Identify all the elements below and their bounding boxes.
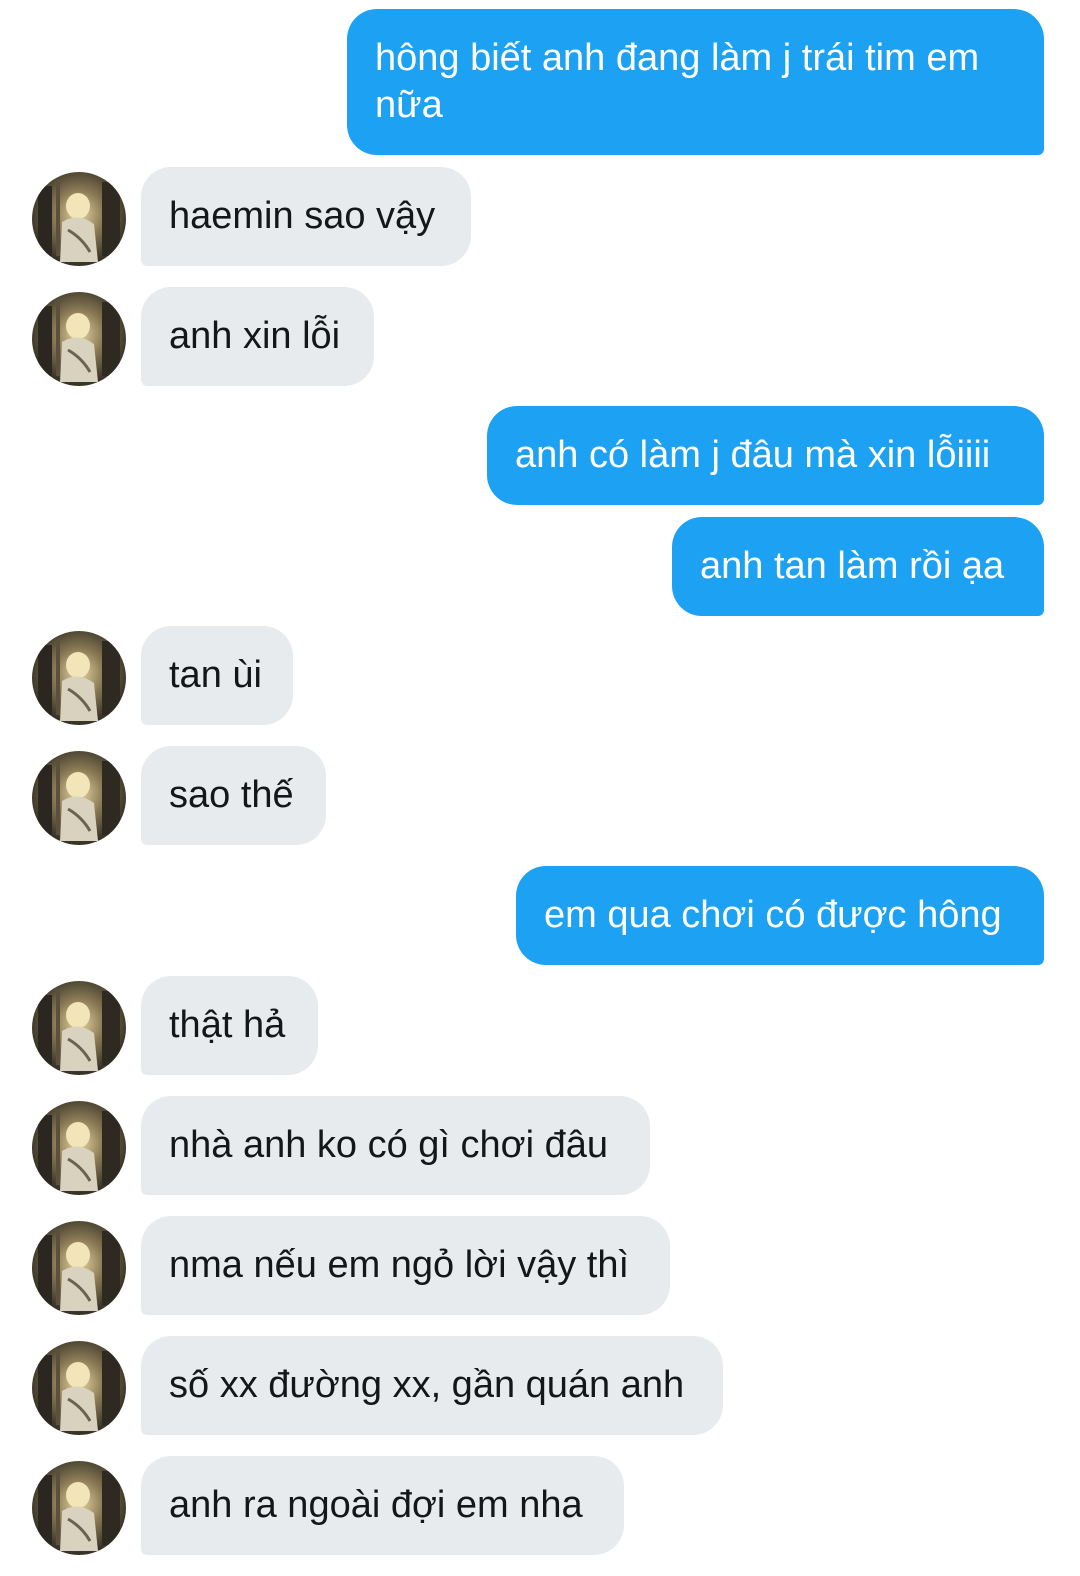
- received-message-bubble[interactable]: haemin sao vậy: [141, 167, 471, 266]
- contact-avatar-icon[interactable]: [32, 292, 126, 386]
- message-text: haemin sao vậy: [169, 195, 436, 237]
- received-message-bubble[interactable]: số xx đường xx, gần quán anh: [141, 1336, 723, 1435]
- message-text: anh xin lỗi: [169, 315, 341, 357]
- received-message-bubble[interactable]: nhà anh ko có gì chơi đâu: [141, 1096, 650, 1195]
- contact-avatar-icon[interactable]: [32, 751, 126, 845]
- message-text: em qua chơi có được hông: [544, 894, 1002, 936]
- contact-avatar-icon[interactable]: [32, 1341, 126, 1435]
- message-text: nhà anh ko có gì chơi đâu: [169, 1124, 609, 1166]
- message-text: hông biết anh đang làm j trái tim em nữa: [375, 37, 980, 126]
- sent-message-bubble[interactable]: anh tan làm rồi ạa: [672, 517, 1044, 616]
- message-thread: hông biết anh đang làm j trái tim em nữa…: [0, 0, 1080, 1576]
- sent-message-bubble[interactable]: hông biết anh đang làm j trái tim em nữa: [347, 9, 1044, 155]
- received-message-bubble[interactable]: sao thế: [141, 746, 326, 845]
- received-message-bubble[interactable]: anh ra ngoài đợi em nha: [141, 1456, 624, 1555]
- message-text: nma nếu em ngỏ lời vậy thì: [169, 1244, 630, 1286]
- contact-avatar-icon[interactable]: [32, 981, 126, 1075]
- sent-message-bubble[interactable]: anh có làm j đâu mà xin lỗiiii: [487, 406, 1044, 505]
- contact-avatar-icon[interactable]: [32, 1461, 126, 1555]
- message-text: anh có làm j đâu mà xin lỗiiii: [515, 434, 991, 476]
- received-message-bubble[interactable]: anh xin lỗi: [141, 287, 374, 386]
- received-message-bubble[interactable]: thật hả: [141, 976, 318, 1075]
- message-text: anh tan làm rồi ạa: [700, 545, 1005, 587]
- contact-avatar-icon[interactable]: [32, 1221, 126, 1315]
- contact-avatar-icon[interactable]: [32, 631, 126, 725]
- contact-avatar-icon[interactable]: [32, 1101, 126, 1195]
- received-message-bubble[interactable]: nma nếu em ngỏ lời vậy thì: [141, 1216, 670, 1315]
- message-text: sao thế: [169, 774, 294, 816]
- received-message-bubble[interactable]: tan ùi: [141, 626, 293, 725]
- message-text: tan ùi: [169, 654, 262, 696]
- sent-message-bubble[interactable]: em qua chơi có được hông: [516, 866, 1044, 965]
- contact-avatar-icon[interactable]: [32, 172, 126, 266]
- message-text: thật hả: [169, 1004, 286, 1046]
- message-text: anh ra ngoài đợi em nha: [169, 1484, 583, 1526]
- message-text: số xx đường xx, gần quán anh: [169, 1364, 685, 1406]
